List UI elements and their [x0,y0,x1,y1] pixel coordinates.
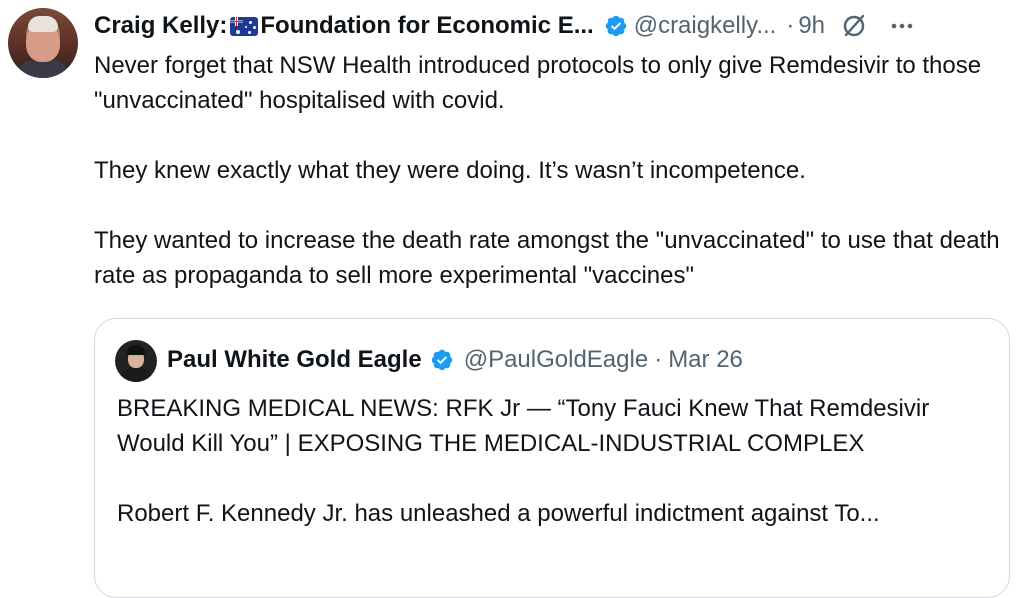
tweet-text: Never forget that NSW Health introduced … [94,52,1000,289]
quoted-verified-badge-icon [431,349,452,371]
display-name-suffix[interactable]: Foundation for Economic E... [260,12,593,40]
quoted-avatar[interactable] [115,340,157,382]
tweet-header: Craig Kelly: Foundation for Economic E..… [94,9,1014,43]
quoted-separator-dot: · [654,346,663,373]
avatar-hair [28,16,58,32]
quoted-tweet-text: BREAKING MEDICAL NEWS: RFK Jr — “Tony Fa… [117,395,930,527]
australian-flag-icon [230,16,259,36]
timestamp[interactable]: 9h [798,12,825,40]
separator-dot: · [786,12,795,39]
handle[interactable]: @craigkelly... [634,12,777,40]
grok-icon[interactable] [841,13,867,39]
quoted-tweet-header: Paul White Gold Eagle @PaulGoldEagle · M… [167,344,743,376]
verified-badge-icon [605,15,626,37]
quoted-timestamp[interactable]: Mar 26 [668,346,743,374]
quoted-handle[interactable]: @PaulGoldEagle [464,346,648,374]
avatar-shirt [14,60,72,78]
quoted-display-name[interactable]: Paul White Gold Eagle [167,346,422,374]
more-icon[interactable] [889,13,915,39]
tweet[interactable]: Craig Kelly: Foundation for Economic E..… [0,0,1024,598]
quoted-tweet[interactable]: Paul White Gold Eagle @PaulGoldEagle · M… [94,318,1010,598]
avatar[interactable] [8,8,78,78]
display-name[interactable]: Craig Kelly: [94,12,227,40]
